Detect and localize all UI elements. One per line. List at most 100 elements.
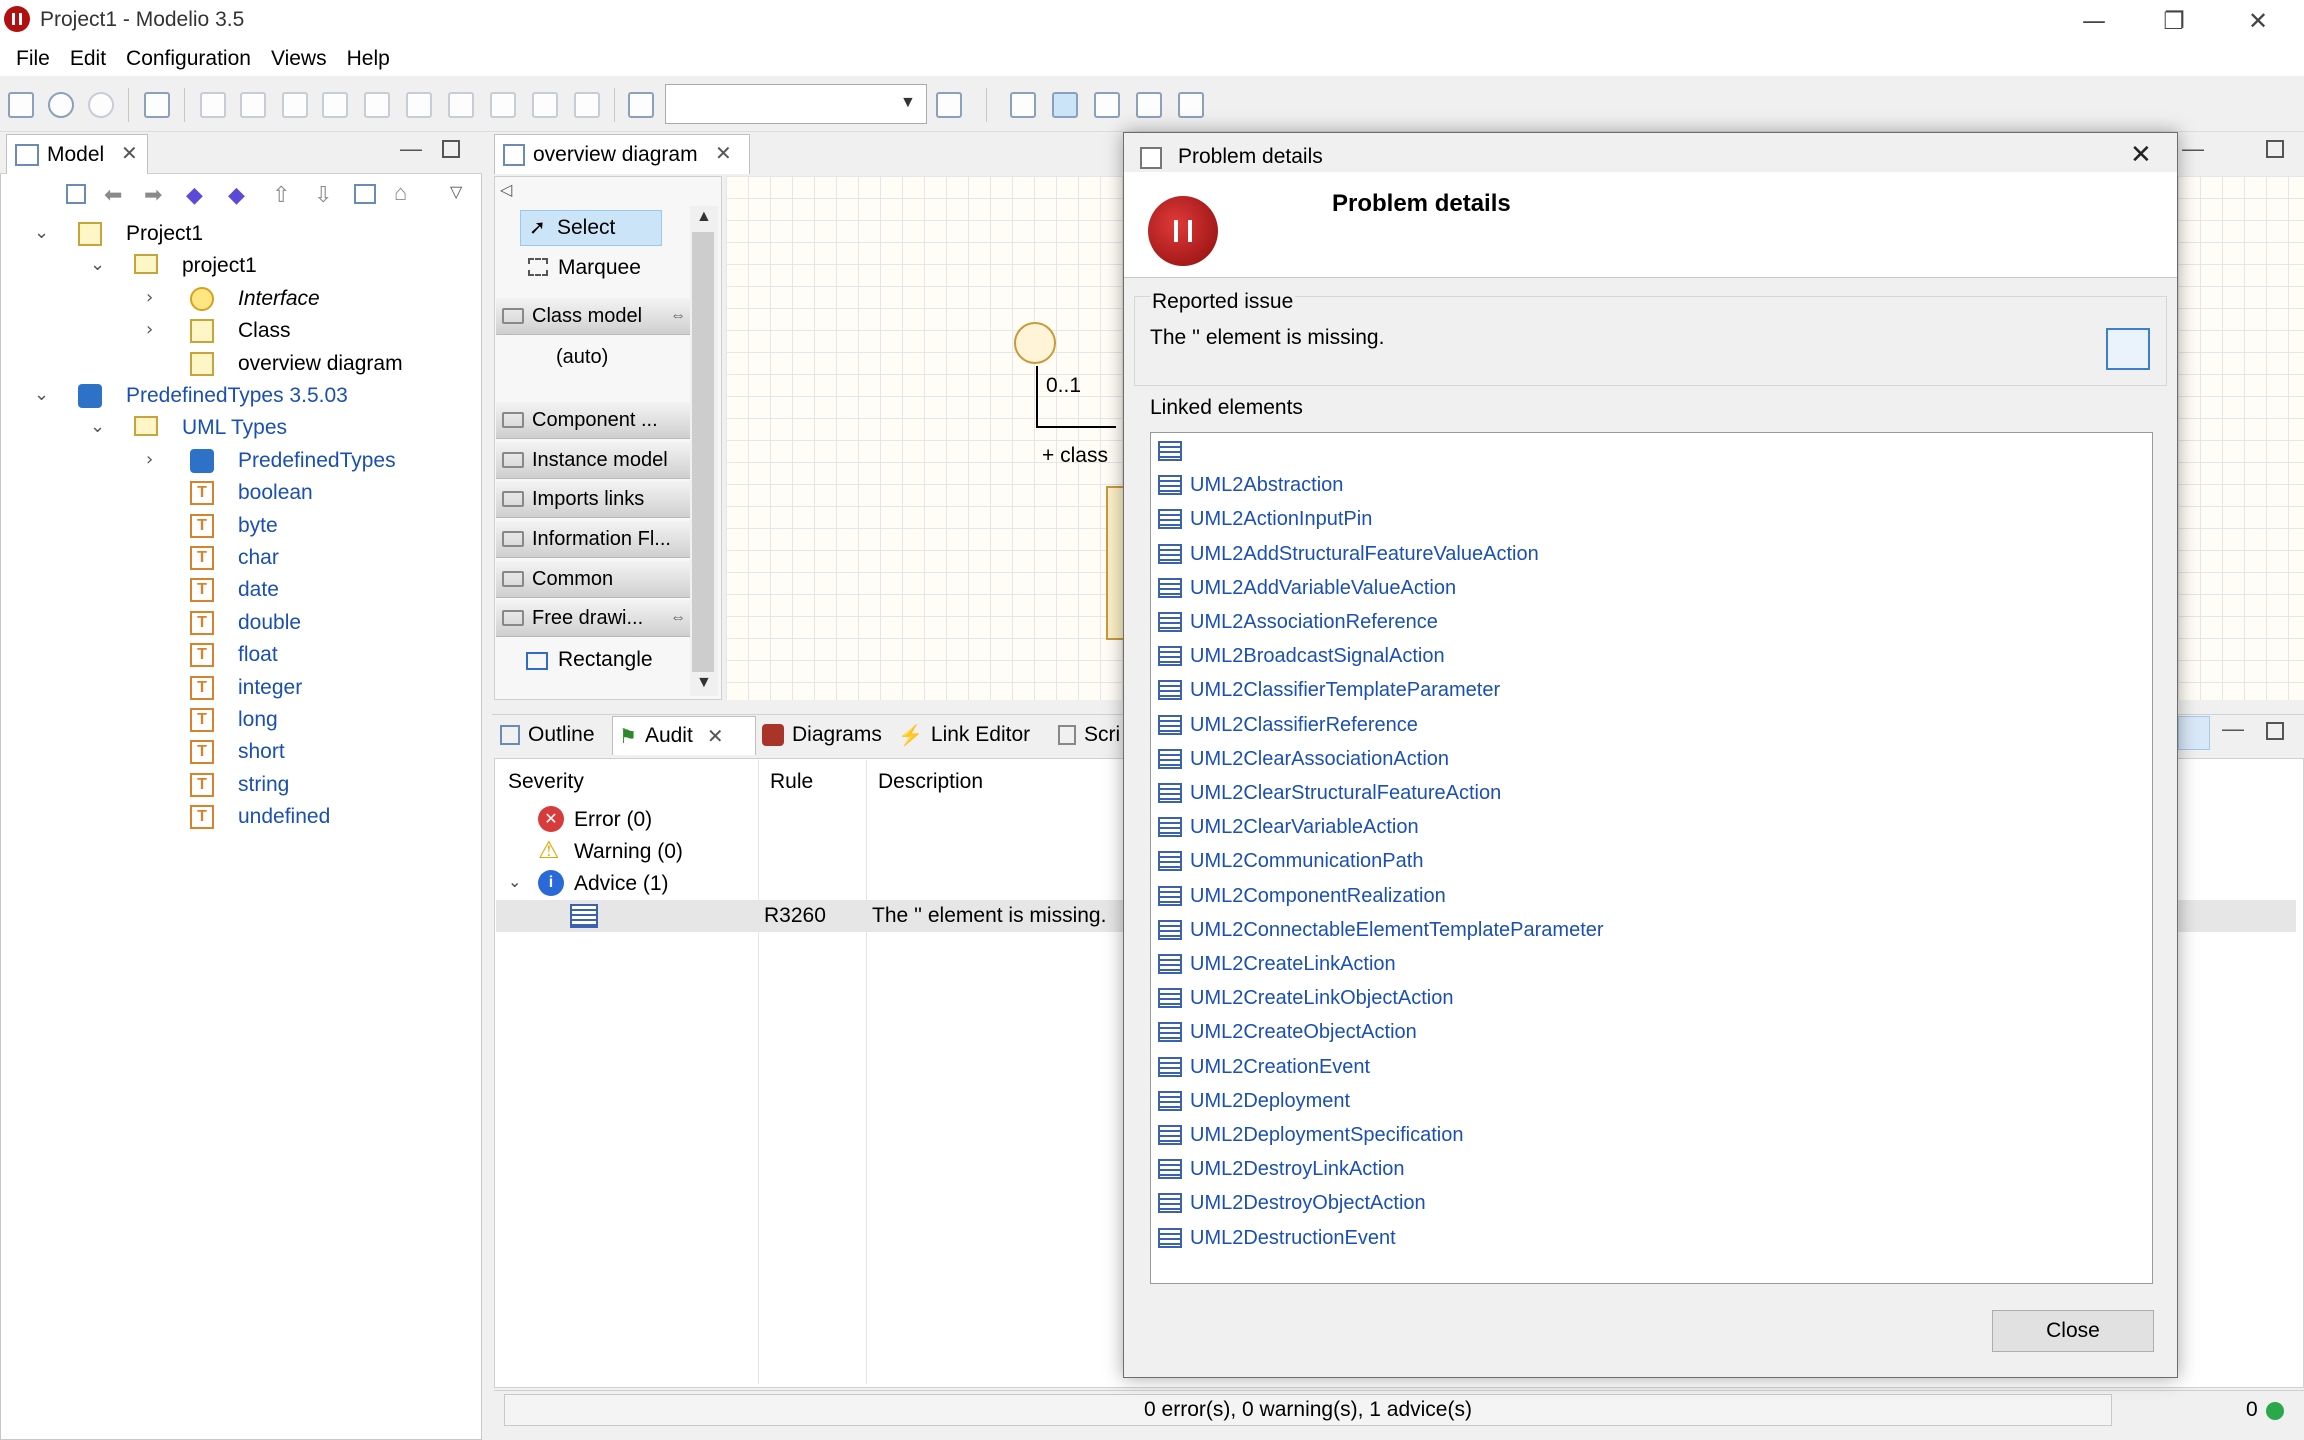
chevron-down-icon[interactable]: ⌄ — [90, 416, 105, 437]
minimize-button[interactable]: — — [2054, 0, 2134, 42]
show-in-tree-icon[interactable] — [2106, 328, 2150, 370]
home-icon[interactable]: ⌂ — [394, 180, 407, 206]
tab-model[interactable]: Model ✕ — [6, 134, 148, 174]
tree-item[interactable]: Tbyte — [0, 510, 480, 542]
create-element-icon[interactable] — [406, 92, 432, 118]
close-window-button[interactable]: ✕ — [2218, 0, 2298, 42]
close-icon[interactable]: ✕ — [121, 141, 138, 166]
linked-element-item[interactable]: UML2ClearVariableAction — [1158, 810, 1419, 844]
linked-element-item[interactable]: UML2AddVariableValueAction — [1158, 571, 1456, 605]
linked-element-item[interactable]: UML2CommunicationPath — [1158, 844, 1423, 878]
arrow-right-icon[interactable]: ➡ — [144, 182, 162, 208]
linked-element-item[interactable]: UML2ActionInputPin — [1158, 502, 1372, 536]
linked-element-item[interactable]: UML2AddStructuralFeatureValueAction — [1158, 537, 1539, 571]
restore-button[interactable]: ❐ — [2134, 0, 2214, 42]
tree-item[interactable]: ⌄ UML Types — [0, 412, 480, 444]
tab-outline[interactable]: Outline — [500, 716, 604, 754]
tree-item[interactable]: › Class — [0, 315, 480, 347]
project-icon[interactable] — [628, 92, 654, 118]
arrow-left-icon[interactable]: ⬅ — [104, 182, 122, 208]
linked-element-item[interactable]: UML2CreateObjectAction — [1158, 1015, 1417, 1049]
close-icon[interactable]: ✕ — [707, 724, 724, 749]
tree-item[interactable]: › Interface — [0, 283, 480, 315]
binoculars-icon[interactable] — [936, 92, 962, 118]
linked-element-item[interactable]: UML2ClearAssociationAction — [1158, 742, 1449, 776]
create-element-icon[interactable] — [364, 92, 390, 118]
tree-item[interactable]: Tchar — [0, 542, 480, 574]
palette-drawer-common[interactable]: Common — [496, 561, 690, 598]
palette-drawer-component[interactable]: Component ... — [496, 402, 690, 439]
menu-configuration[interactable]: Configuration — [116, 47, 261, 71]
tools-icon[interactable] — [144, 92, 170, 118]
linked-element-item[interactable] — [1158, 434, 1190, 468]
linked-element-item[interactable]: UML2Abstraction — [1158, 468, 1343, 502]
arrow-down-icon[interactable]: ⇩ — [314, 182, 332, 208]
create-element-icon[interactable] — [448, 92, 474, 118]
linked-element-item[interactable]: UML2ClassifierReference — [1158, 708, 1418, 742]
chevron-down-icon[interactable]: ⌄ — [508, 872, 521, 892]
chevron-right-icon[interactable]: › — [146, 449, 153, 470]
diamond-nav-icon[interactable]: ◆ — [186, 182, 203, 208]
linked-element-item[interactable]: UML2DestructionEvent — [1158, 1221, 1396, 1255]
pin-icon[interactable]: ⇔ — [670, 609, 686, 627]
chevron-down-icon[interactable]: ⌄ — [90, 254, 105, 275]
maximize-icon[interactable] — [442, 140, 460, 158]
linked-element-item[interactable]: UML2AssociationReference — [1158, 605, 1438, 639]
tree-item[interactable]: Tfloat — [0, 639, 480, 671]
linked-element-item[interactable]: UML2ConnectableElementTemplateParameter — [1158, 913, 1604, 947]
tree-item[interactable]: › PredefinedTypes — [0, 445, 480, 477]
linked-element-item[interactable]: UML2DestroyLinkAction — [1158, 1152, 1405, 1186]
pin-icon[interactable]: ⇔ — [670, 307, 686, 325]
linked-element-item[interactable]: UML2CreateLinkAction — [1158, 947, 1396, 981]
tree-item[interactable]: Tshort — [0, 736, 480, 768]
tree-item[interactable]: Tundefined — [0, 801, 480, 833]
view-menu-icon[interactable]: ▽ — [450, 182, 462, 202]
palette-rectangle[interactable]: Rectangle — [520, 644, 680, 678]
chevron-right-icon[interactable]: › — [146, 287, 153, 308]
tree-item[interactable]: ⌄ project1 — [0, 250, 480, 282]
menu-help[interactable]: Help — [337, 47, 400, 71]
create-element-icon[interactable] — [322, 92, 348, 118]
tree-item[interactable]: Tstring — [0, 769, 480, 801]
chevron-down-icon[interactable]: ⌄ — [34, 222, 49, 243]
interface-lollipop[interactable] — [1014, 322, 1056, 364]
linked-element-item[interactable]: UML2ComponentRealization — [1158, 879, 1446, 913]
linked-element-item[interactable]: UML2Deployment — [1158, 1084, 1350, 1118]
tree-item[interactable]: Tdouble — [0, 607, 480, 639]
create-element-icon[interactable] — [574, 92, 600, 118]
linked-element-item[interactable]: UML2DestroyObjectAction — [1158, 1186, 1426, 1220]
chevron-up-icon[interactable]: ▲ — [696, 208, 712, 226]
collapse-all-icon[interactable] — [66, 184, 86, 204]
tree-icon[interactable] — [354, 184, 376, 204]
palette-marquee[interactable]: Marquee — [520, 252, 662, 286]
palette-drawer-free-drawing[interactable]: Free drawi... ⇔ — [496, 600, 690, 637]
minimize-icon[interactable]: — — [400, 136, 422, 162]
palette-scrollbar-thumb[interactable] — [692, 232, 714, 672]
tab-audit[interactable]: ⚑ Audit ✕ — [612, 716, 756, 755]
column-header-description[interactable]: Description — [878, 770, 983, 794]
save-icon[interactable] — [8, 92, 34, 118]
minimize-icon[interactable]: — — [2182, 136, 2204, 162]
linked-element-item[interactable]: UML2DeploymentSpecification — [1158, 1118, 1463, 1152]
dialog-close-icon[interactable]: ✕ — [2130, 139, 2152, 170]
gears-icon[interactable] — [2178, 716, 2210, 750]
tree-item[interactable]: Tboolean — [0, 477, 480, 509]
menu-edit[interactable]: Edit — [60, 47, 116, 71]
maximize-icon[interactable] — [2266, 722, 2284, 740]
column-header-rule[interactable]: Rule — [770, 770, 813, 794]
palette-drawer-information-flow[interactable]: Information Fl... — [496, 521, 690, 558]
tab-overview-diagram[interactable]: overview diagram ✕ — [494, 134, 750, 174]
chevron-right-icon[interactable]: › — [146, 319, 153, 340]
tab-script[interactable]: Scri — [1058, 716, 1122, 754]
create-element-icon[interactable] — [200, 92, 226, 118]
create-element-icon[interactable] — [240, 92, 266, 118]
create-element-icon[interactable] — [490, 92, 516, 118]
view-icon[interactable] — [1094, 92, 1120, 118]
model-view-icon[interactable] — [1052, 92, 1078, 118]
linked-element-item[interactable]: UML2CreateLinkObjectAction — [1158, 981, 1453, 1015]
toolbar-combo-box[interactable] — [665, 84, 927, 124]
tab-diagrams[interactable]: Diagrams — [756, 716, 890, 754]
menu-file[interactable]: File — [6, 47, 60, 71]
tree-item[interactable]: Tlong — [0, 704, 480, 736]
tree-item[interactable]: ⌄ Project1 — [0, 218, 480, 250]
